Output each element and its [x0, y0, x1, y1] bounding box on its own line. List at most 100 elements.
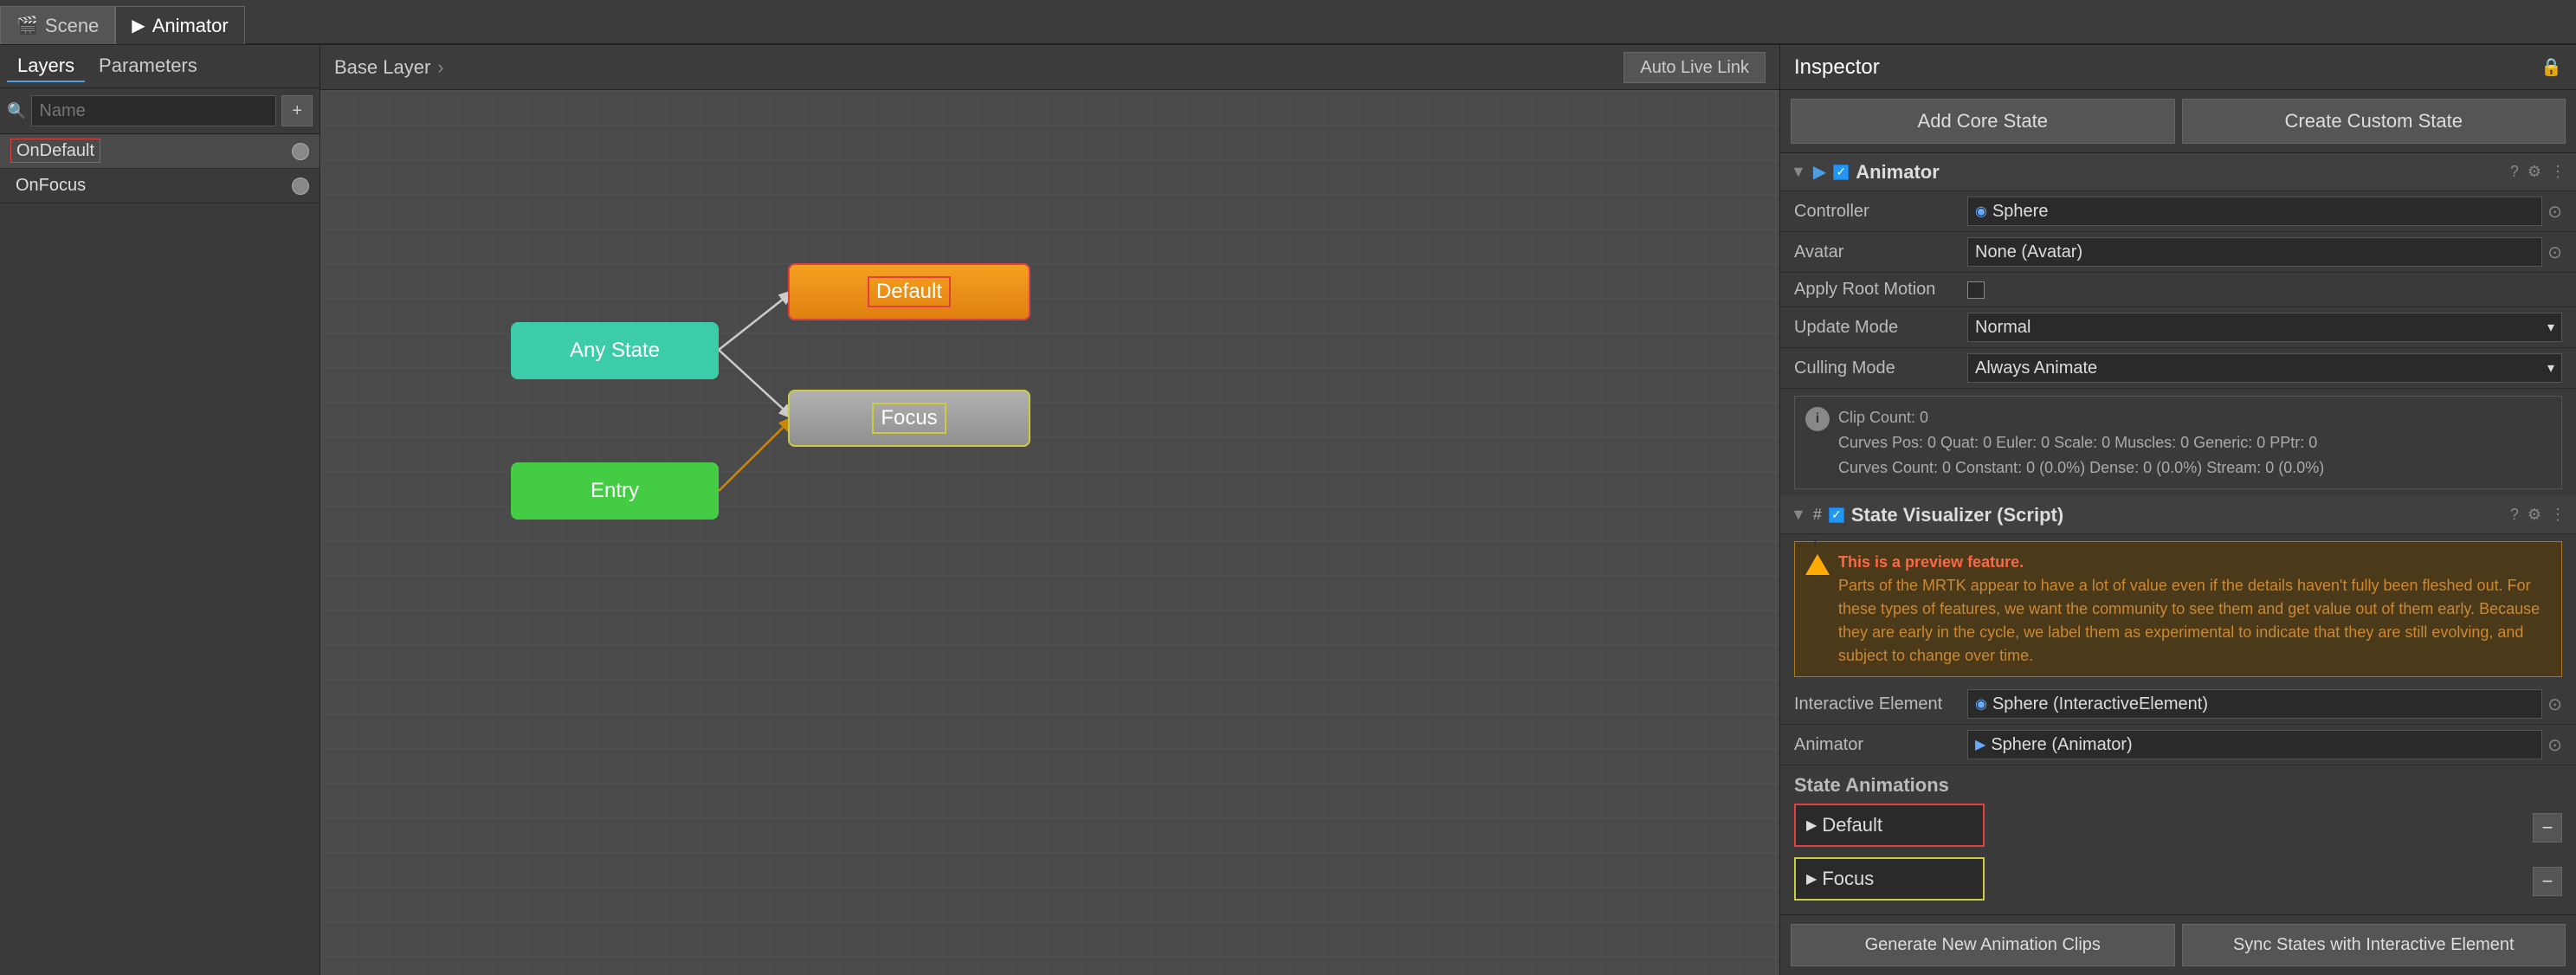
animator-ref-label: Animator: [1794, 735, 1967, 755]
arrows-svg: [320, 90, 1779, 975]
state-visualizer-title: State Visualizer (Script): [1851, 504, 2063, 526]
apply-root-motion-value: [1967, 281, 2562, 299]
node-default[interactable]: Default: [788, 263, 1030, 320]
node-focus-label: Focus: [872, 403, 946, 434]
animator-ref-pick-icon[interactable]: ⊙: [2547, 734, 2562, 756]
inspector-header: Inspector 🔒: [1780, 45, 2576, 90]
chevron-right-icon: ›: [437, 56, 443, 79]
settings-icon[interactable]: ⚙: [2528, 163, 2541, 181]
animator-ref-row: Animator ▶ Sphere (Animator) ⊙: [1780, 725, 2576, 765]
state-viz-settings-icon[interactable]: ⚙: [2528, 506, 2541, 524]
interactive-element-pick-icon[interactable]: ⊙: [2547, 694, 2562, 715]
state-anim-focus-minus[interactable]: −: [2533, 867, 2562, 896]
animator-info-text: Clip Count: 0 Curves Pos: 0 Quat: 0 Eule…: [1838, 405, 2324, 480]
inspector-title: Inspector: [1794, 55, 1880, 80]
state-viz-enabled-checkbox[interactable]: ✓: [1829, 507, 1844, 523]
sphere-icon: ◉: [1975, 203, 1987, 220]
right-panel: Inspector 🔒 Add Core State Create Custom…: [1779, 45, 2576, 975]
animator-section-header: ▼ ▶ ✓ Animator ? ⚙ ⋮: [1780, 153, 2576, 191]
state-animations-title: State Animations: [1794, 774, 2562, 797]
state-anim-focus[interactable]: ▶ Focus: [1794, 857, 1985, 901]
inspector-icons: 🔒: [2540, 56, 2562, 78]
animator-ref-icon: ▶: [1975, 736, 1985, 753]
tab-layers[interactable]: Layers: [7, 51, 85, 82]
tab-bar: 🎬 Scene ▶ Animator: [0, 0, 2576, 45]
apply-root-motion-checkbox[interactable]: [1967, 281, 1985, 299]
layer-weight-circle-focus: [292, 178, 309, 195]
animator-section-icons: ? ⚙ ⋮: [2510, 163, 2566, 181]
sync-states-button[interactable]: Sync States with Interactive Element: [2182, 924, 2566, 966]
controller-row: Controller ◉ Sphere ⊙: [1780, 191, 2576, 232]
help-icon[interactable]: ?: [2510, 163, 2519, 181]
warning-text: Parts of the MRTK appear to have a lot o…: [1838, 574, 2551, 668]
hash-icon: #: [1813, 506, 1822, 524]
controller-pick-icon[interactable]: ⊙: [2547, 201, 2562, 223]
warning-box: ! This is a preview feature. Parts of th…: [1794, 541, 2562, 677]
expand-arrow-focus: ▶: [1806, 870, 1817, 888]
create-custom-state-button[interactable]: Create Custom State: [2182, 99, 2566, 144]
tab-animator-label: Animator: [152, 15, 229, 37]
state-viz-fold-icon[interactable]: ▼: [1791, 506, 1806, 524]
layer-weight-circle: [292, 143, 309, 160]
search-input[interactable]: [31, 95, 276, 126]
warning-content: This is a preview feature. Parts of the …: [1838, 551, 2551, 668]
state-anim-default-minus[interactable]: −: [2533, 813, 2562, 843]
bottom-buttons: Generate New Animation Clips Sync States…: [1780, 914, 2576, 975]
interactive-element-value: ◉ Sphere (InteractiveElement) ⊙: [1967, 689, 2562, 719]
warning-title: This is a preview feature.: [1838, 551, 2551, 574]
tab-parameters[interactable]: Parameters: [88, 51, 208, 82]
auto-live-link-button[interactable]: Auto Live Link: [1624, 52, 1766, 83]
search-icon: 🔍: [7, 102, 26, 120]
animator-enabled-checkbox[interactable]: ✓: [1833, 165, 1849, 180]
interactive-element-row: Interactive Element ◉ Sphere (Interactiv…: [1780, 684, 2576, 725]
animator-section-title: Animator: [1856, 161, 1940, 184]
state-viz-help-icon[interactable]: ?: [2510, 506, 2519, 524]
layer-name-label-focus: OnFocus: [10, 174, 91, 197]
state-anim-default[interactable]: ▶ Default: [1794, 804, 1985, 847]
state-viz-overflow-icon[interactable]: ⋮: [2550, 506, 2566, 524]
add-core-state-button[interactable]: Add Core State: [1791, 99, 2175, 144]
center-canvas: Base Layer › Auto Live Link: [320, 45, 1779, 975]
animator-ref-value: ▶ Sphere (Animator) ⊙: [1967, 730, 2562, 759]
update-mode-row: Update Mode Normal ▾: [1780, 307, 2576, 348]
avatar-field[interactable]: None (Avatar): [1967, 237, 2542, 267]
controller-field[interactable]: ◉ Sphere: [1967, 197, 2542, 226]
layer-item-ondefault[interactable]: OnDefault: [0, 134, 320, 169]
inspector-body: Add Core State Create Custom State ▼ ▶ ✓…: [1780, 90, 2576, 975]
state-visualizer-section-header: ▼ # ✓ State Visualizer (Script) ? ⚙ ⋮: [1780, 496, 2576, 534]
lock-icon[interactable]: 🔒: [2540, 56, 2562, 78]
generate-animation-clips-button[interactable]: Generate New Animation Clips: [1791, 924, 2175, 966]
culling-mode-dropdown[interactable]: Always Animate ▾: [1967, 353, 2562, 383]
node-entry[interactable]: Entry: [511, 462, 719, 520]
fold-icon[interactable]: ▼: [1791, 163, 1806, 181]
culling-mode-label: Culling Mode: [1794, 358, 1967, 378]
animator-info-box: i Clip Count: 0 Curves Pos: 0 Quat: 0 Eu…: [1794, 396, 2562, 489]
avatar-pick-icon[interactable]: ⊙: [2547, 242, 2562, 263]
animator-icon: ▶: [132, 15, 145, 36]
update-mode-chevron: ▾: [2547, 319, 2554, 336]
state-animations-section: State Animations ▶ Default − ▶ Focus −: [1780, 765, 2576, 914]
controller-label: Controller: [1794, 202, 1967, 222]
apply-root-motion-row: Apply Root Motion: [1780, 273, 2576, 307]
left-tabs: Layers Parameters: [0, 45, 320, 88]
update-mode-label: Update Mode: [1794, 318, 1967, 338]
interactive-element-field[interactable]: ◉ Sphere (InteractiveElement): [1967, 689, 2542, 719]
node-any-state[interactable]: Any State: [511, 322, 719, 379]
info-icon: i: [1805, 407, 1830, 431]
overflow-icon[interactable]: ⋮: [2550, 163, 2566, 181]
avatar-row: Avatar None (Avatar) ⊙: [1780, 232, 2576, 273]
top-buttons: Add Core State Create Custom State: [1780, 90, 2576, 153]
tab-scene[interactable]: 🎬 Scene: [0, 6, 115, 44]
graph-area[interactable]: Any State Entry Default Focus: [320, 90, 1779, 975]
tab-animator[interactable]: ▶ Animator: [115, 6, 244, 44]
main-area: Layers Parameters 🔍 + OnDefault OnFocus: [0, 45, 2576, 975]
controller-value: ◉ Sphere ⊙: [1967, 197, 2562, 226]
update-mode-dropdown[interactable]: Normal ▾: [1967, 313, 2562, 342]
animator-ref-field[interactable]: ▶ Sphere (Animator): [1967, 730, 2542, 759]
layer-item-onfocus[interactable]: OnFocus: [0, 169, 320, 203]
node-focus[interactable]: Focus: [788, 390, 1030, 447]
state-anim-focus-row: ▶ Focus −: [1794, 857, 2562, 906]
left-panel: Layers Parameters 🔍 + OnDefault OnFocus: [0, 45, 320, 975]
breadcrumb: Base Layer ›: [334, 56, 444, 79]
add-layer-button[interactable]: +: [281, 95, 313, 126]
